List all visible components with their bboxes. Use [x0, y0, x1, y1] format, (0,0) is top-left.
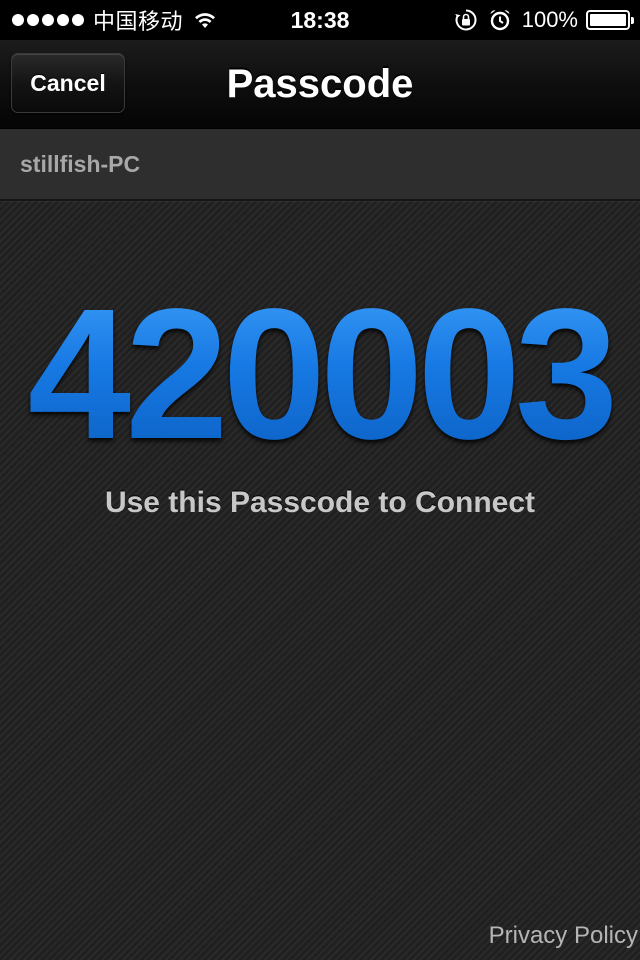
privacy-policy-link[interactable]: Privacy Policy [489, 922, 638, 950]
signal-dot [27, 14, 39, 26]
screen: 中国移动 18:38 100% Cancel Passcode stillfis… [0, 0, 640, 960]
passcode-hint: Use this Passcode to Connect [104, 486, 536, 519]
cancel-button[interactable]: Cancel [11, 53, 125, 113]
status-left: 中国移动 [12, 0, 217, 40]
nav-bar: Cancel Passcode [0, 40, 640, 129]
status-right: 100% [454, 0, 634, 40]
passcode-value: 420003 [0, 282, 640, 468]
orientation-lock-icon [454, 8, 478, 32]
battery-fill [590, 14, 626, 26]
battery-icon [586, 10, 634, 30]
wifi-icon [193, 11, 217, 29]
signal-dot [12, 14, 24, 26]
signal-dot [72, 14, 84, 26]
signal-dot [57, 14, 69, 26]
signal-dots-icon [12, 14, 87, 26]
status-bar: 中国移动 18:38 100% [0, 0, 640, 40]
signal-dot [42, 14, 54, 26]
device-row: stillfish-PC [0, 129, 640, 201]
alarm-icon [488, 8, 512, 32]
battery-percent: 100% [521, 7, 578, 32]
device-name: stillfish-PC [20, 151, 141, 177]
carrier-label: 中国移动 [93, 9, 184, 34]
